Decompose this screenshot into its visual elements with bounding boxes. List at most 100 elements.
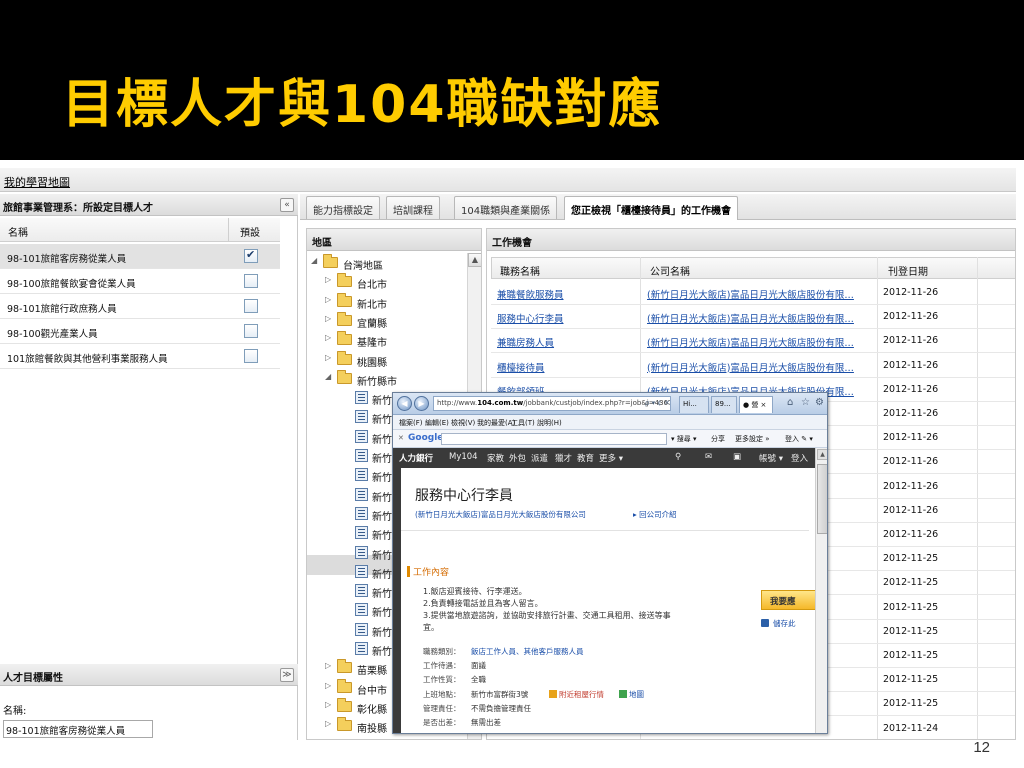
scroll-up-icon[interactable]: ▲ xyxy=(817,449,827,460)
job-row[interactable]: 兼職房務人員 (新竹日月光大飯店)富品日月光大飯店股份有限… 2012-11-26 xyxy=(491,329,1015,354)
region-node[interactable]: ▷ 新北市 xyxy=(325,292,462,311)
column-default[interactable]: 預設 xyxy=(240,224,260,239)
tab-104-relations[interactable]: 104職類與產業關係 xyxy=(454,196,558,219)
company-link[interactable]: (新竹日月光大飯店)富品日月光大飯店股份有限公司 xyxy=(415,509,586,520)
region-node-root[interactable]: ◢ 台灣地區 xyxy=(311,253,462,272)
briefcase-icon[interactable]: ▣ xyxy=(733,452,741,462)
google-more-button[interactable]: 更多設定 » xyxy=(735,434,770,444)
company-name-link[interactable]: (新竹日月光大飯店)富品日月光大飯店股份有限… xyxy=(647,335,854,349)
collapsed-arrow-icon[interactable]: ▷ xyxy=(325,295,335,304)
settings-gear-icon[interactable]: ⚙ xyxy=(815,397,824,408)
menu-item[interactable]: 說明(H) xyxy=(537,418,562,428)
browser-tab-1[interactable]: Hi... xyxy=(679,396,709,413)
search-icon[interactable]: ⚲ xyxy=(675,452,681,462)
site-nav-item[interactable]: 派遣 xyxy=(531,452,548,464)
account-menu[interactable]: 帳號 ▾ xyxy=(759,452,783,464)
menu-item[interactable]: 我的最愛(A) xyxy=(477,418,515,428)
region-node[interactable]: ▷ 宜蘭縣 xyxy=(325,311,462,330)
region-node[interactable]: ▷ 基隆市 xyxy=(325,330,462,349)
apply-button[interactable]: 我要應 xyxy=(761,590,817,610)
collapsed-arrow-icon[interactable]: ▷ xyxy=(325,700,335,709)
browser-tab-2[interactable]: 89... xyxy=(711,396,737,413)
expanded-arrow-icon[interactable]: ◢ xyxy=(325,372,335,381)
company-name-link[interactable]: (新竹日月光大飯店)富品日月光大飯店股份有限… xyxy=(647,311,854,325)
expanded-arrow-icon[interactable]: ◢ xyxy=(311,256,321,265)
job-title-link[interactable]: 兼職房務人員 xyxy=(497,335,554,349)
save-job-link[interactable]: 儲存此 xyxy=(761,618,796,629)
address-bar[interactable]: http://www.104.com.tw/jobbank/custjob/in… xyxy=(433,396,671,411)
site-nav-item[interactable]: 外包 xyxy=(509,452,526,464)
region-node[interactable]: ▷ 台北市 xyxy=(325,272,462,291)
job-title-link[interactable]: 兼職餐飲服務員 xyxy=(497,287,564,301)
collapsed-arrow-icon[interactable]: ▷ xyxy=(325,719,335,728)
collapsed-arrow-icon[interactable]: ▷ xyxy=(325,353,335,362)
job-row[interactable]: 櫃檯接待員 (新竹日月光大飯店)富品日月光大飯店股份有限… 2012-11-26 xyxy=(491,354,1015,378)
tab-job-opportunities[interactable]: 您正檢視「櫃檯接待員」的工作機會 xyxy=(564,196,738,220)
login-link[interactable]: 登入 xyxy=(791,452,808,464)
close-toolbar-icon[interactable]: ✕ xyxy=(398,434,404,442)
google-signin-button[interactable]: 登入 ✎ ▾ xyxy=(785,434,813,444)
collapse-left-button[interactable]: « xyxy=(280,198,294,212)
scroll-thumb[interactable] xyxy=(817,464,827,534)
job-title-link[interactable]: 櫃檯接待員 xyxy=(497,360,545,374)
default-checkbox[interactable] xyxy=(244,248,258,263)
menu-item[interactable]: 檢視(V) xyxy=(451,418,475,428)
google-search-input[interactable] xyxy=(441,433,667,445)
browser-tab-active[interactable]: ● 營 × xyxy=(739,396,773,413)
collapsed-arrow-icon[interactable]: ▷ xyxy=(325,681,335,690)
mail-icon[interactable]: ✉ xyxy=(705,452,712,462)
app-title-link[interactable]: 我的學習地圖 xyxy=(4,174,70,190)
name-field[interactable]: 98-101旅館客房務從業人員 xyxy=(3,720,153,738)
company-intro-link[interactable]: ▸ 回公司介紹 xyxy=(633,509,677,520)
tab-competency[interactable]: 能力指標設定 xyxy=(306,196,380,219)
nearby-rent-link[interactable]: 附近租屋行情 xyxy=(549,689,604,700)
info-value[interactable]: 飯店工作人員、其他客戶服務人員 xyxy=(471,646,584,657)
menu-item[interactable]: 檔案(F) xyxy=(399,418,423,428)
column-job-title[interactable]: 職務名稱 xyxy=(500,263,540,278)
target-row[interactable]: 98-100觀光產業人員 xyxy=(0,319,280,344)
company-name-link[interactable]: (新竹日月光大飯店)富品日月光大飯店股份有限… xyxy=(647,287,854,301)
default-checkbox[interactable] xyxy=(244,324,258,338)
favorites-icon[interactable]: ☆ xyxy=(801,397,810,408)
region-label: 新竹 xyxy=(372,550,392,562)
target-row[interactable]: 101旅館餐飲與其他營利事業服務人員 xyxy=(0,344,280,369)
site-nav-item[interactable]: 教育 xyxy=(577,452,594,464)
collapsed-arrow-icon[interactable]: ▷ xyxy=(325,333,335,342)
scroll-up-icon[interactable]: ▲ xyxy=(468,253,481,267)
menu-item[interactable]: 編輯(E) xyxy=(425,418,449,428)
job-row[interactable]: 服務中心行李員 (新竹日月光大飯店)富品日月光大飯店股份有限… 2012-11-26 xyxy=(491,305,1015,330)
region-node-expanded[interactable]: ◢ 新竹縣市 xyxy=(325,369,462,388)
collapsed-arrow-icon[interactable]: ▷ xyxy=(325,661,335,670)
address-controls[interactable]: ρ ▾ ¢ ✕ xyxy=(645,399,670,407)
forward-icon[interactable]: ▶ xyxy=(414,396,429,411)
column-name[interactable]: 名稱 xyxy=(8,224,28,239)
site-nav-item[interactable]: My104 xyxy=(449,452,478,462)
column-company[interactable]: 公司名稱 xyxy=(650,263,690,278)
browser-scrollbar[interactable]: ▲ xyxy=(815,448,827,733)
default-checkbox[interactable] xyxy=(244,349,258,363)
job-row[interactable]: 兼職餐飲服務員 (新竹日月光大飯店)富品日月光大飯店股份有限… 2012-11-26 xyxy=(491,281,1015,305)
map-link[interactable]: 地圖 xyxy=(619,689,644,700)
site-brand[interactable]: 人力銀行 xyxy=(399,452,433,464)
company-name-link[interactable]: (新竹日月光大飯店)富品日月光大飯店股份有限… xyxy=(647,360,854,374)
site-nav-item[interactable]: 更多 ▾ xyxy=(599,452,623,464)
region-node[interactable]: ▷ 桃園縣 xyxy=(325,350,462,369)
home-icon[interactable]: ⌂ xyxy=(787,397,793,408)
collapse-down-button[interactable]: ≫ xyxy=(280,668,294,682)
default-checkbox[interactable] xyxy=(244,299,258,313)
collapsed-arrow-icon[interactable]: ▷ xyxy=(325,275,335,284)
column-date[interactable]: 刊登日期 xyxy=(888,263,928,278)
job-title-link[interactable]: 服務中心行李員 xyxy=(497,311,564,325)
tab-courses[interactable]: 培訓課程 xyxy=(386,196,440,219)
menu-item[interactable]: 工具(T) xyxy=(511,418,535,428)
default-checkbox[interactable] xyxy=(244,274,258,288)
target-row[interactable]: 98-101旅館客房務從業人員 xyxy=(0,244,280,269)
site-nav-item[interactable]: 獵才 xyxy=(555,452,572,464)
google-search-button[interactable]: ▾ 搜尋 ▾ xyxy=(671,434,696,444)
target-row[interactable]: 98-101旅館行政庶務人員 xyxy=(0,294,280,319)
back-icon[interactable]: ◀ xyxy=(397,396,412,411)
collapsed-arrow-icon[interactable]: ▷ xyxy=(325,314,335,323)
site-nav-item[interactable]: 家教 xyxy=(487,452,504,464)
google-share-button[interactable]: 分享 xyxy=(711,434,725,444)
target-row[interactable]: 98-100旅館餐飲宴會從業人員 xyxy=(0,269,280,294)
